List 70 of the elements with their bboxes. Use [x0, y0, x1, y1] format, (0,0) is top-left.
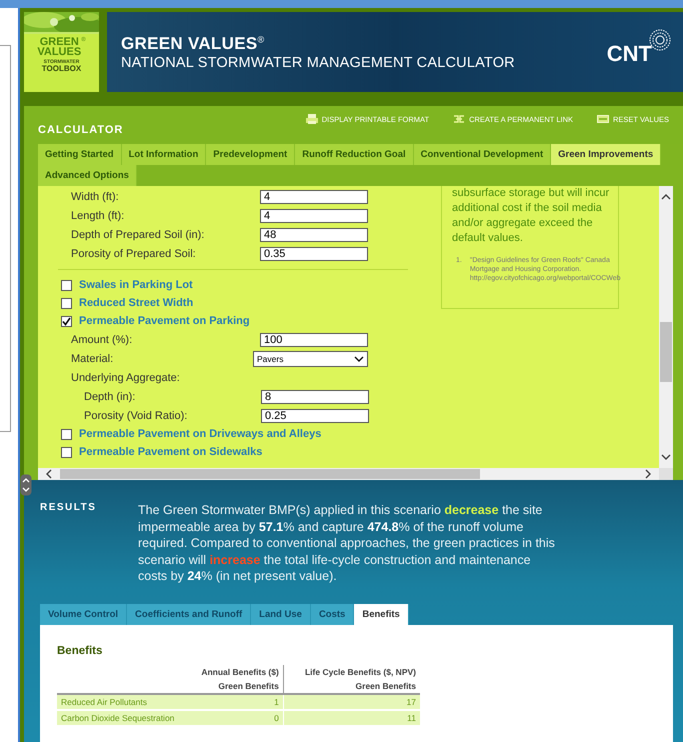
app-title: GREEN VALUES$^{®}$: [121, 34, 266, 54]
tab[interactable]: Advanced Options: [38, 165, 137, 186]
tab[interactable]: Runoff Reduction Goal: [295, 144, 414, 165]
checkbox-label[interactable]: Reduced Street Width: [79, 297, 194, 309]
field-label: Material:: [71, 352, 114, 364]
tab[interactable]: Land Use: [251, 604, 311, 625]
field-label: Width (ft):: [71, 190, 120, 202]
tab[interactable]: Green Improvements: [551, 144, 662, 165]
scrollbar[interactable]: [38, 468, 659, 480]
input-field[interactable]: 48: [260, 228, 368, 242]
eraser-icon: [597, 114, 609, 124]
table-cell: 17: [283, 694, 420, 710]
table-cell: 0: [185, 710, 284, 726]
panel-title: Benefits: [57, 645, 104, 657]
input-field[interactable]: 4: [260, 208, 368, 222]
checkbox-label[interactable]: Swales in Parking Lot: [79, 279, 193, 291]
field-label: Depth (in):: [84, 390, 136, 402]
column-header: Annual Benefits ($): [185, 665, 284, 679]
field-label: Amount (%):: [71, 334, 134, 346]
checkbox-label[interactable]: Permeable Pavement on Driveways and Alleys: [79, 428, 322, 440]
input-field[interactable]: 0.25: [261, 408, 369, 422]
tab[interactable]: Lot Information: [122, 144, 206, 165]
field-label: Depth of Prepared Soil (in):: [71, 228, 206, 240]
chevron-left-icon: [46, 469, 52, 479]
table-cell: 11: [283, 710, 420, 726]
logo-text: TOOLBOX: [42, 65, 82, 73]
checkbox[interactable]: [61, 428, 72, 440]
tab[interactable]: Benefits: [354, 604, 409, 625]
field-label: Length (ft):: [71, 210, 126, 222]
tab[interactable]: Conventional Development: [414, 144, 552, 165]
tab[interactable]: Coefficients and Runoff: [127, 604, 252, 625]
chevron-down-icon: [354, 356, 364, 362]
checkbox-label[interactable]: Permeable Pavement on Parking: [79, 315, 250, 327]
brand-logo-text: CNT: [606, 41, 652, 67]
field-label: Underlying Aggregate:: [71, 372, 181, 384]
chevron-down-icon: [661, 454, 671, 460]
note-text: subsurface storage but will incur additional cost if the soil media and/or aggregate exceed the default values.: [452, 186, 610, 246]
column-header: Life Cycle Benefits ($, NPV): [283, 665, 420, 679]
scrollbar-thumb[interactable]: [660, 322, 672, 382]
scrollbar[interactable]: [659, 186, 673, 468]
chevron-up-icon: [661, 194, 671, 200]
section-title: CALCULATOR: [38, 124, 124, 136]
field-label: Porosity (Void Ratio):: [84, 410, 188, 422]
input-field[interactable]: 0.35: [260, 246, 368, 260]
checkbox[interactable]: [61, 446, 72, 458]
logo-text: GREEN VALUES: [37, 37, 82, 57]
checkbox[interactable]: [61, 316, 72, 326]
table-cell: Carbon Dioxide Sequestration: [57, 710, 185, 726]
input-field[interactable]: 4: [260, 190, 368, 204]
tab[interactable]: Volume Control: [40, 604, 128, 625]
dropdown[interactable]: Pavers: [253, 350, 368, 366]
checkbox-label[interactable]: Permeable Pavement on Sidewalks: [79, 446, 262, 458]
input-field[interactable]: 100: [260, 332, 368, 346]
results-summary: The Green Stormwater BMP(s) applied in this scenario decrease the site impermeable area by 57.1% and capture 474.8% of the runoff volume required. Compared to conventional approaches, the green practices in this scenario will increase the total life-cycle construction and maintenance costs by 24% (in net present value).: [138, 502, 556, 585]
printer-icon: [306, 114, 318, 124]
field-label: Porosity of Prepared Soil:: [71, 248, 197, 260]
checkbox[interactable]: [61, 280, 72, 290]
table-cell: 1: [185, 694, 284, 710]
chevron-right-icon: [645, 469, 651, 479]
app-subtitle: NATIONAL STORMWATER MANAGEMENT CALCULATOR: [121, 54, 515, 70]
chain-link-icon: [453, 114, 466, 124]
tab[interactable]: Predevelopment: [206, 144, 296, 165]
check-icon: [62, 316, 71, 326]
scrollbar-thumb[interactable]: [60, 469, 480, 479]
section-title: RESULTS: [40, 502, 98, 515]
tab[interactable]: Getting Started: [38, 144, 122, 165]
tab[interactable]: Costs: [310, 604, 354, 625]
table-cell: Reduced Air Pollutants: [57, 694, 185, 710]
checkbox[interactable]: [61, 298, 72, 308]
input-field[interactable]: 8: [261, 390, 369, 404]
